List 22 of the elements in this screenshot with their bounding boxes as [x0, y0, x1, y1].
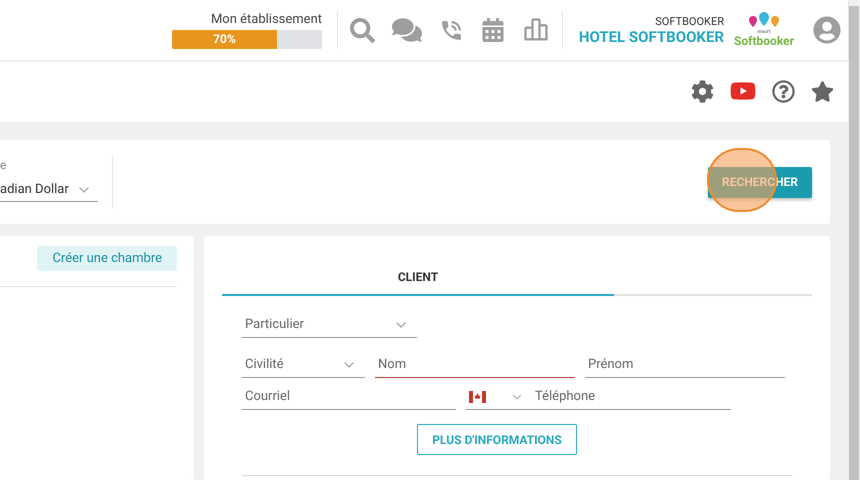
- star-icon[interactable]: [811, 80, 834, 102]
- currency-label: e: [0, 158, 8, 172]
- hotel-name: HOTEL SOFTBOOKER: [578, 28, 724, 46]
- calendar-icon[interactable]: [481, 18, 505, 42]
- flag-icon: [469, 390, 486, 402]
- currency-select[interactable]: adian Dollar: [0, 178, 98, 202]
- select-field[interactable]: Particulier: [242, 312, 417, 338]
- phone-input[interactable]: Téléphone: [534, 384, 731, 410]
- input-field[interactable]: Courriel: [242, 384, 456, 410]
- progress-fill: 70%: [172, 30, 277, 48]
- input-field[interactable]: Nom: [375, 352, 575, 378]
- company-name: SOFTBOOKER: [655, 14, 724, 28]
- avatar-icon[interactable]: [813, 16, 841, 44]
- select-field[interactable]: Civilité: [242, 352, 365, 378]
- input-field[interactable]: Prénom: [585, 352, 785, 378]
- progress-label: Mon établissement: [210, 12, 322, 28]
- search-icon[interactable]: [350, 18, 375, 42]
- create-room-button[interactable]: Créer une chambre: [37, 246, 177, 271]
- logo-text: Softbooker: [734, 35, 794, 48]
- help-icon[interactable]: [772, 80, 795, 102]
- tab[interactable]: CLIENT: [222, 259, 614, 296]
- settings-icon[interactable]: [691, 80, 714, 102]
